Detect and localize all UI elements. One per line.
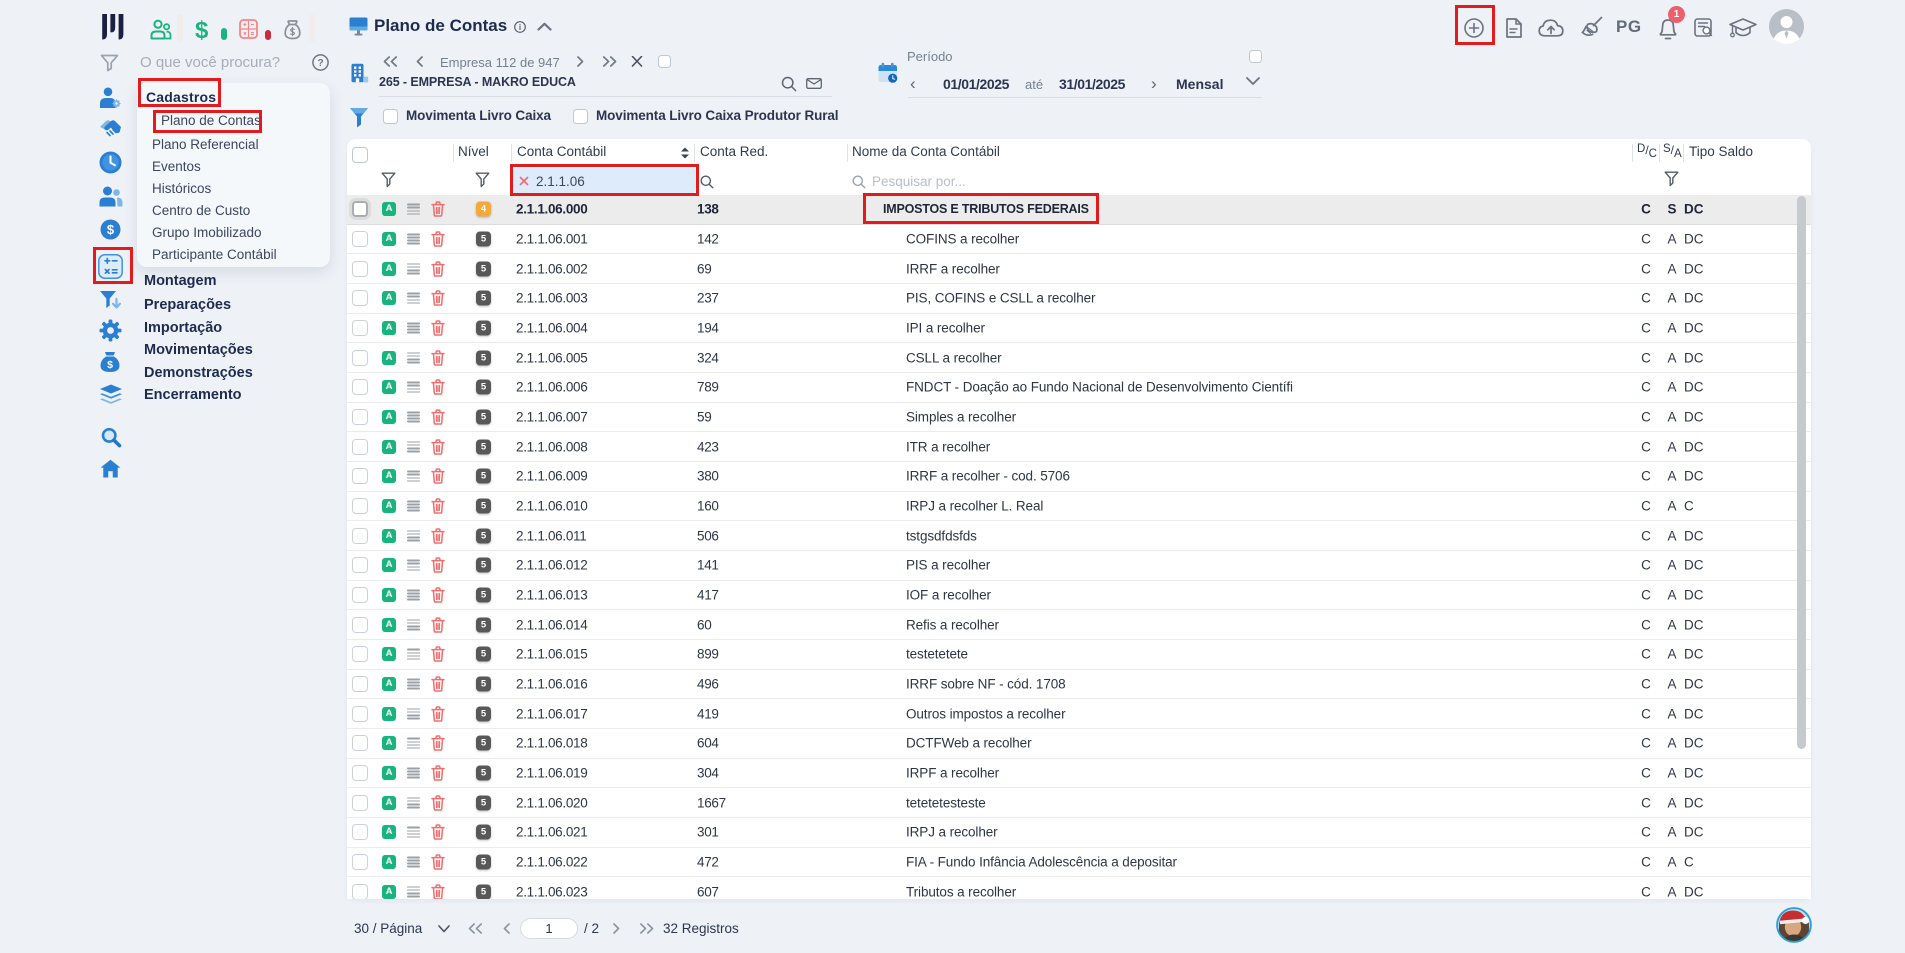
svg-text:i: i [519,23,521,32]
svg-text:$: $ [107,359,113,371]
svg-text:$: $ [107,222,115,237]
svg-text:?: ? [317,58,323,69]
